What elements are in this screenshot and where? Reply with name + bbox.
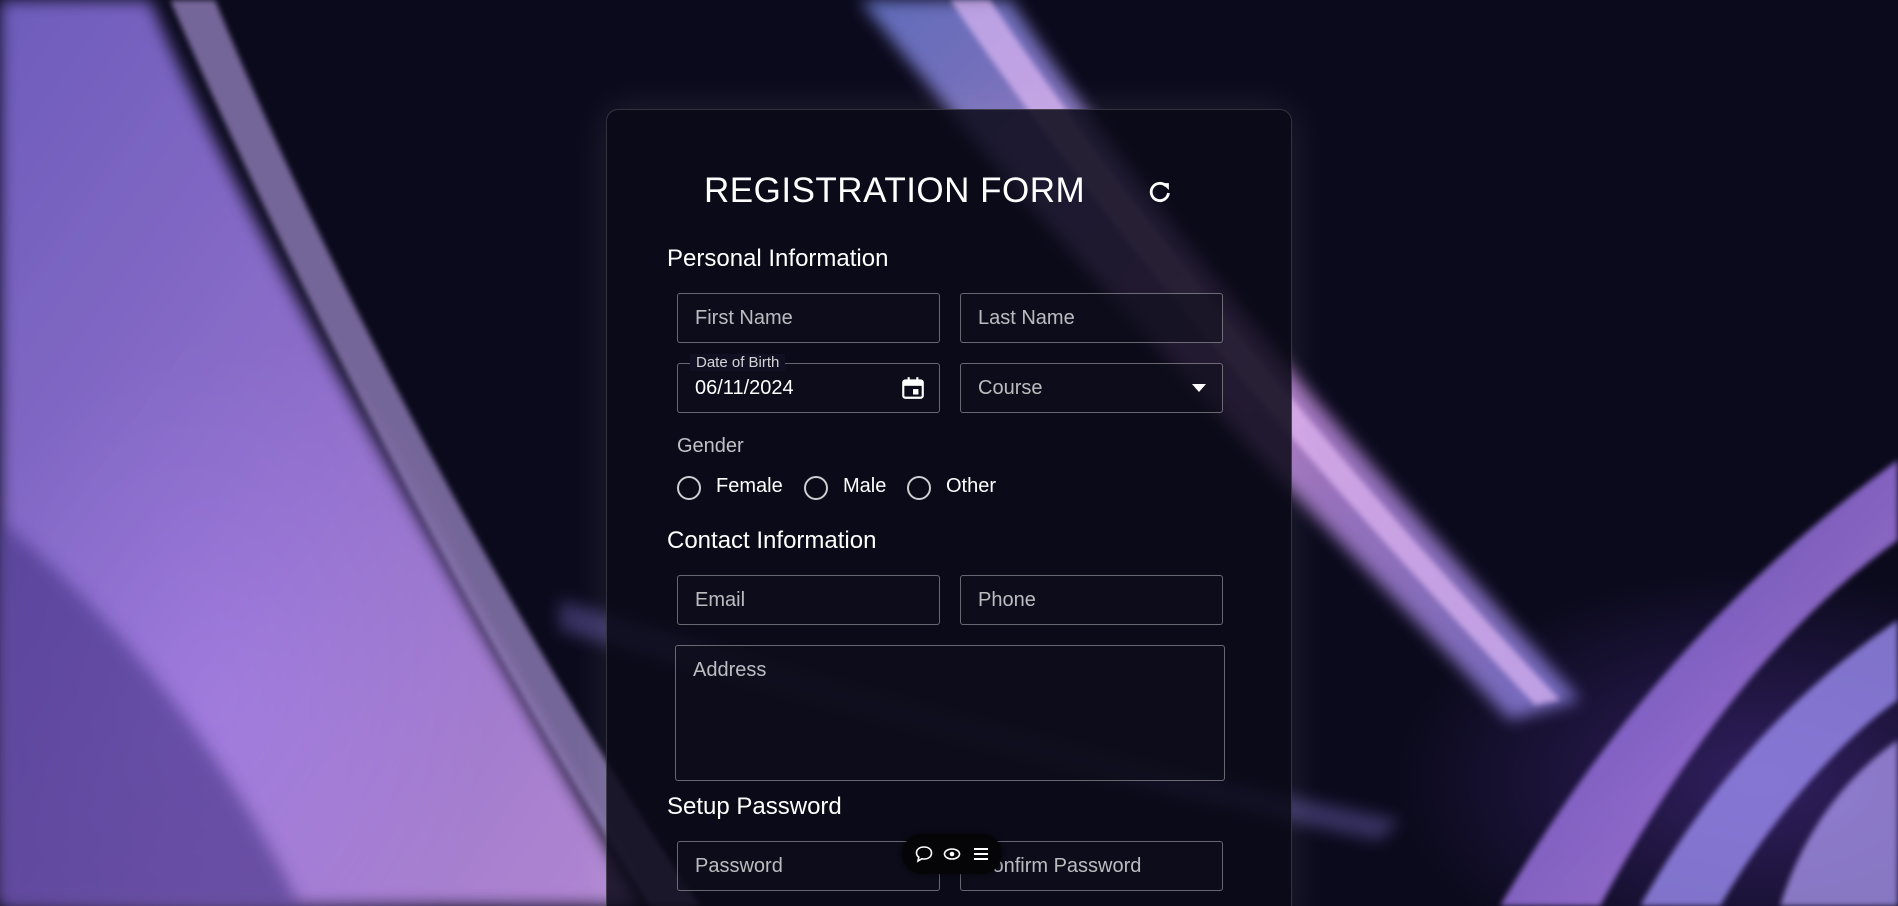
form-title: REGISTRATION FORM xyxy=(704,171,1086,210)
password-placeholder: Password xyxy=(695,855,783,877)
course-select[interactable]: Course xyxy=(960,363,1223,413)
refresh-icon[interactable] xyxy=(1147,179,1173,205)
first-name-placeholder: First Name xyxy=(695,307,793,329)
comment-icon[interactable] xyxy=(914,844,934,864)
section-personal-information: Personal Information xyxy=(667,245,889,272)
date-of-birth-label: Date of Birth xyxy=(690,354,786,371)
radio-circle[interactable] xyxy=(804,476,828,500)
gender-option-label: Female xyxy=(716,475,783,497)
last-name-input[interactable]: Last Name xyxy=(960,293,1223,343)
radio-circle[interactable] xyxy=(677,476,701,500)
date-of-birth-input[interactable]: Date of Birth 06/11/2024 xyxy=(677,354,940,413)
calendar-icon[interactable] xyxy=(900,375,926,401)
date-of-birth-value: 06/11/2024 xyxy=(695,377,794,399)
section-contact-information: Contact Information xyxy=(667,527,877,554)
password-input[interactable]: Password xyxy=(677,841,940,891)
phone-placeholder: Phone xyxy=(978,589,1036,611)
first-name-input[interactable]: First Name xyxy=(677,293,940,343)
section-setup-password: Setup Password xyxy=(667,793,842,820)
menu-icon[interactable] xyxy=(971,844,991,864)
email-input[interactable]: Email xyxy=(677,575,940,625)
phone-input[interactable]: Phone xyxy=(960,575,1223,625)
eye-icon[interactable] xyxy=(942,844,962,864)
gender-option-label: Male xyxy=(843,475,887,497)
floating-toolbar xyxy=(902,834,1002,874)
caret-down-icon xyxy=(1192,384,1206,392)
address-placeholder: Address xyxy=(693,659,767,681)
gender-option-label: Other xyxy=(946,475,997,497)
last-name-placeholder: Last Name xyxy=(978,307,1075,329)
email-placeholder: Email xyxy=(695,589,746,611)
gender-label: Gender xyxy=(677,435,744,457)
radio-circle[interactable] xyxy=(907,476,931,500)
registration-card: REGISTRATION FORM Personal Information F… xyxy=(606,109,1292,906)
confirm-password-placeholder: Confirm Password xyxy=(978,855,1142,877)
course-placeholder: Course xyxy=(978,377,1043,399)
address-textarea[interactable]: Address xyxy=(675,645,1225,781)
